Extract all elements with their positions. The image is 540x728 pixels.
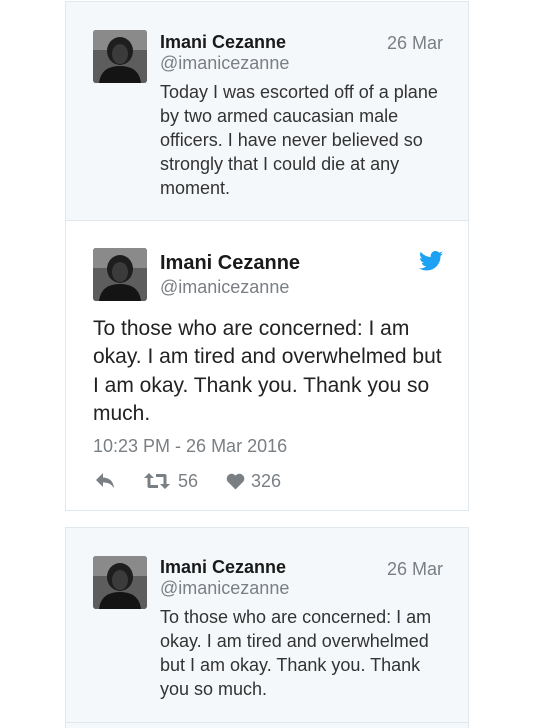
avatar[interactable]: [93, 30, 147, 83]
tweet-timestamp[interactable]: 10:23 PM - 26 Mar 2016: [93, 436, 287, 457]
reply-icon: [94, 472, 116, 490]
tweet-text: To those who are concerned: I am okay. I…: [160, 607, 432, 699]
user-handle[interactable]: @imanicezanne: [160, 53, 289, 74]
avatar[interactable]: [93, 556, 147, 609]
retweet-button[interactable]: 56: [144, 471, 198, 492]
tweet-date[interactable]: 26 Mar: [387, 559, 443, 580]
tweet-card-1[interactable]: Imani Cezanne @imanicezanne 26 Mar Today…: [65, 1, 469, 220]
like-count: 326: [251, 470, 282, 491]
tweet-actions: 56 326: [94, 469, 281, 493]
user-handle[interactable]: @imanicezanne: [160, 277, 289, 298]
like-button[interactable]: 326: [226, 471, 281, 492]
reply-button[interactable]: [94, 472, 116, 490]
tweet-card-2[interactable]: Imani Cezanne @imanicezanne To those who…: [65, 220, 469, 511]
display-name[interactable]: Imani Cezanne: [160, 32, 286, 53]
card-divider: [66, 722, 468, 723]
display-name[interactable]: Imani Cezanne: [160, 557, 286, 578]
tweet-text: To those who are concerned: I am okay. I…: [93, 317, 442, 425]
tweet-date[interactable]: 26 Mar: [387, 33, 443, 54]
twitter-bird-icon[interactable]: [419, 250, 443, 276]
tweet-card-3[interactable]: Imani Cezanne @imanicezanne 26 Mar To th…: [65, 527, 469, 728]
retweet-count: 56: [178, 470, 199, 491]
tweet-text: Today I was escorted off of a plane by t…: [160, 82, 438, 198]
retweet-icon: [144, 472, 170, 490]
user-handle[interactable]: @imanicezanne: [160, 578, 289, 599]
display-name[interactable]: Imani Cezanne: [160, 252, 300, 275]
heart-icon: [226, 473, 245, 490]
avatar[interactable]: [93, 248, 147, 301]
